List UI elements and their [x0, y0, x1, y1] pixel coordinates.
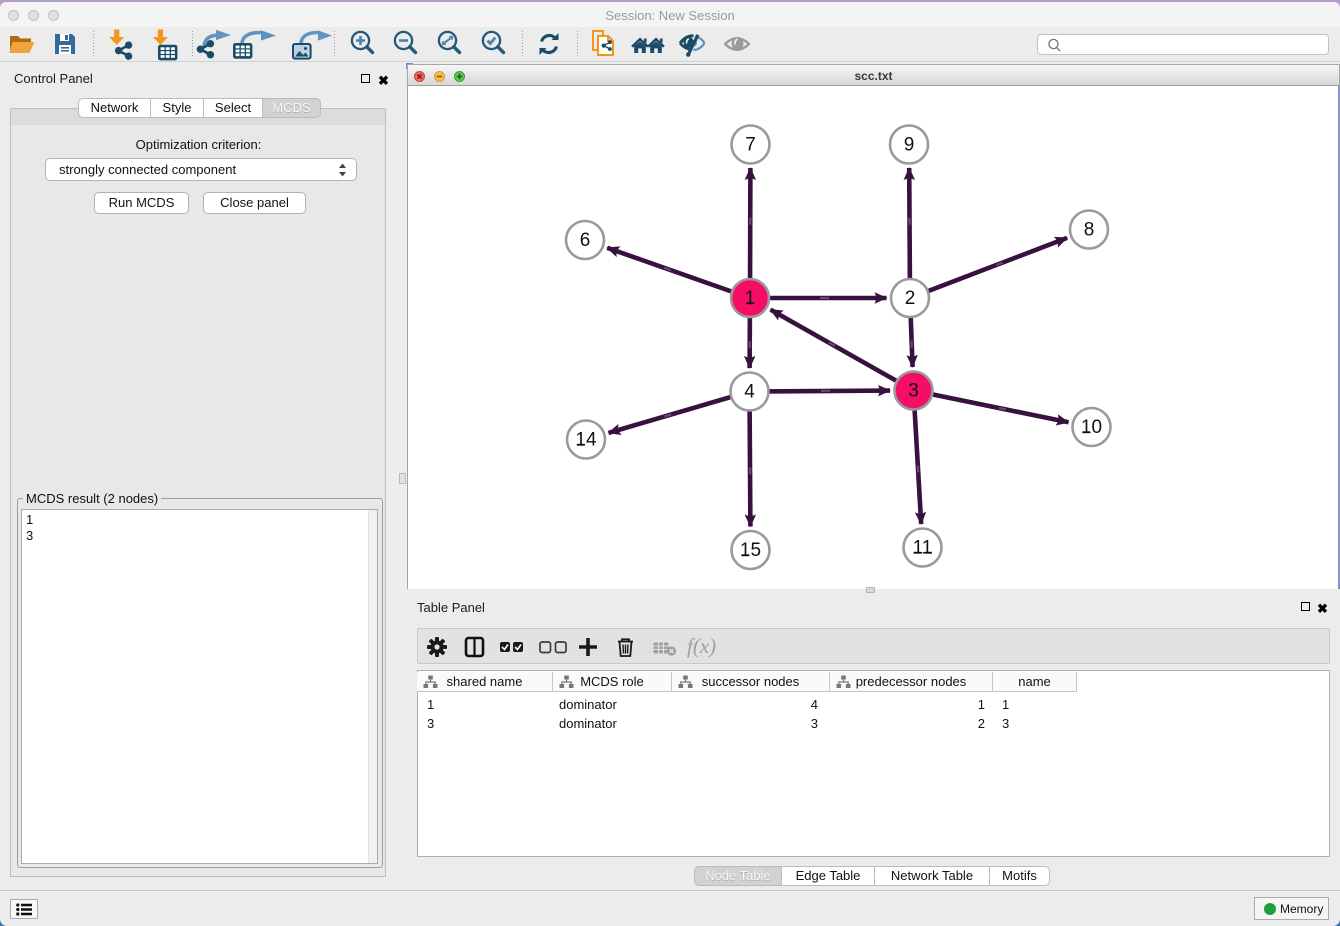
svg-text:6: 6	[580, 230, 591, 251]
svg-text:1: 1	[745, 288, 756, 309]
svg-text:8: 8	[1084, 220, 1095, 241]
svg-text:3: 3	[908, 381, 919, 402]
svg-text:7: 7	[745, 135, 756, 156]
svg-text:2: 2	[905, 288, 916, 309]
svg-text:4: 4	[744, 382, 755, 403]
svg-text:10: 10	[1081, 417, 1102, 438]
svg-text:14: 14	[575, 430, 597, 451]
svg-text:11: 11	[913, 538, 933, 559]
svg-text:9: 9	[904, 135, 915, 156]
svg-text:15: 15	[740, 540, 761, 561]
